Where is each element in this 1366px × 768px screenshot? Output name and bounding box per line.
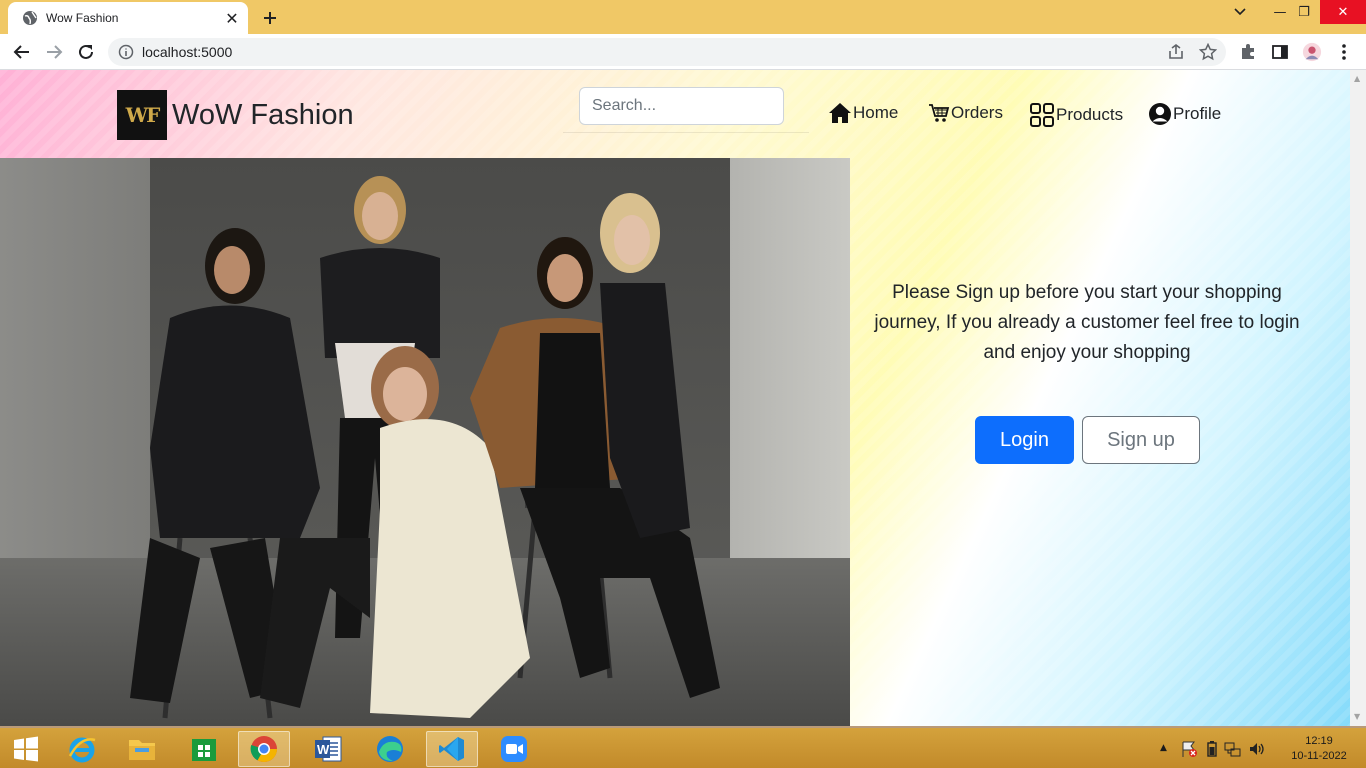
scroll-down-arrow-icon[interactable]: ▼	[1354, 712, 1362, 721]
signup-button[interactable]: Sign up	[1082, 416, 1200, 464]
back-arrow-icon[interactable]	[10, 40, 34, 64]
reload-icon[interactable]	[74, 40, 98, 64]
url-text: localhost:5000	[142, 44, 233, 60]
svg-text:W: W	[317, 742, 330, 757]
user-circle-icon	[1149, 103, 1171, 125]
nav-profile[interactable]: Profile	[1148, 102, 1221, 126]
nav-products[interactable]: Products	[1029, 102, 1123, 128]
profile-avatar-icon[interactable]	[1302, 42, 1322, 62]
extensions-puzzle-icon[interactable]	[1238, 42, 1258, 62]
grid-icon	[1030, 103, 1054, 127]
login-button[interactable]: Login	[975, 416, 1074, 464]
brand[interactable]: WF WoW Fashion	[117, 90, 354, 140]
divider	[563, 132, 809, 133]
tab-search-icon[interactable]	[1220, 0, 1260, 24]
bookmark-star-icon[interactable]	[1198, 42, 1218, 62]
network-icon[interactable]	[1224, 740, 1242, 758]
browser-tab[interactable]: Wow Fashion ✕	[8, 2, 248, 34]
action-center-flag-icon[interactable]	[1180, 740, 1198, 758]
volume-icon[interactable]	[1248, 740, 1266, 758]
models-illustration	[130, 176, 720, 719]
cart-icon	[929, 104, 950, 122]
info-icon[interactable]	[118, 44, 134, 60]
show-hidden-icons-chevron-icon[interactable]: ▲	[1160, 743, 1174, 753]
address-bar[interactable]: localhost:5000	[108, 38, 1226, 66]
clock[interactable]: 12:19 10-11-2022	[1284, 734, 1354, 764]
edge-icon[interactable]	[364, 731, 416, 767]
chrome-icon[interactable]	[238, 731, 290, 767]
close-window-button[interactable]: ✕	[1320, 0, 1366, 24]
vscode-icon[interactable]	[426, 731, 478, 767]
nav-home-label: Home	[853, 103, 899, 122]
tab-title: Wow Fashion	[46, 11, 119, 25]
brand-logo: WF	[117, 90, 167, 140]
share-icon[interactable]	[1166, 42, 1186, 62]
windows-taskbar: W ▲ 12:19 10-11-2022	[0, 726, 1366, 768]
internet-explorer-icon[interactable]	[56, 731, 108, 767]
restore-button[interactable]: ❐	[1284, 0, 1324, 24]
scroll-up-arrow-icon[interactable]: ▲	[1354, 74, 1362, 83]
store-icon[interactable]	[178, 731, 230, 767]
hero-image	[0, 158, 850, 726]
browser-titlebar: Wow Fashion ✕ — ❐ ✕	[0, 0, 1366, 34]
zoom-icon[interactable]	[488, 731, 540, 767]
forward-arrow-icon[interactable]	[42, 40, 66, 64]
start-button[interactable]	[0, 731, 52, 767]
windows-logo-icon	[14, 736, 38, 762]
close-tab-icon[interactable]: ✕	[222, 8, 242, 28]
page-scrollbar[interactable]: ▲ ▼	[1350, 70, 1366, 726]
browser-toolbar: localhost:5000	[0, 34, 1366, 70]
chrome-menu-icon[interactable]	[1334, 42, 1354, 62]
nav-products-label: Products	[1056, 105, 1124, 124]
search-input[interactable]	[579, 87, 784, 125]
word-icon[interactable]: W	[302, 731, 354, 767]
page-viewport: WF WoW Fashion Home Orders Products Prof…	[0, 70, 1350, 726]
clock-date: 10-11-2022	[1291, 750, 1347, 762]
side-panel-icon[interactable]	[1270, 42, 1290, 62]
globe-icon	[22, 10, 38, 26]
house-icon	[829, 103, 851, 123]
nav-orders-label: Orders	[951, 103, 1003, 122]
new-tab-button[interactable]	[258, 6, 282, 30]
battery-icon[interactable]	[1206, 740, 1218, 758]
nav-home[interactable]: Home	[828, 102, 898, 124]
signup-prompt: Please Sign up before you start your sho…	[874, 282, 1300, 363]
file-explorer-icon[interactable]	[116, 731, 168, 767]
brand-name: WoW Fashion	[172, 98, 354, 131]
clock-time: 12:19	[1305, 735, 1333, 747]
system-tray: ▲	[1160, 728, 1266, 768]
nav-orders[interactable]: Orders	[928, 102, 1003, 124]
nav-profile-label: Profile	[1173, 104, 1222, 123]
